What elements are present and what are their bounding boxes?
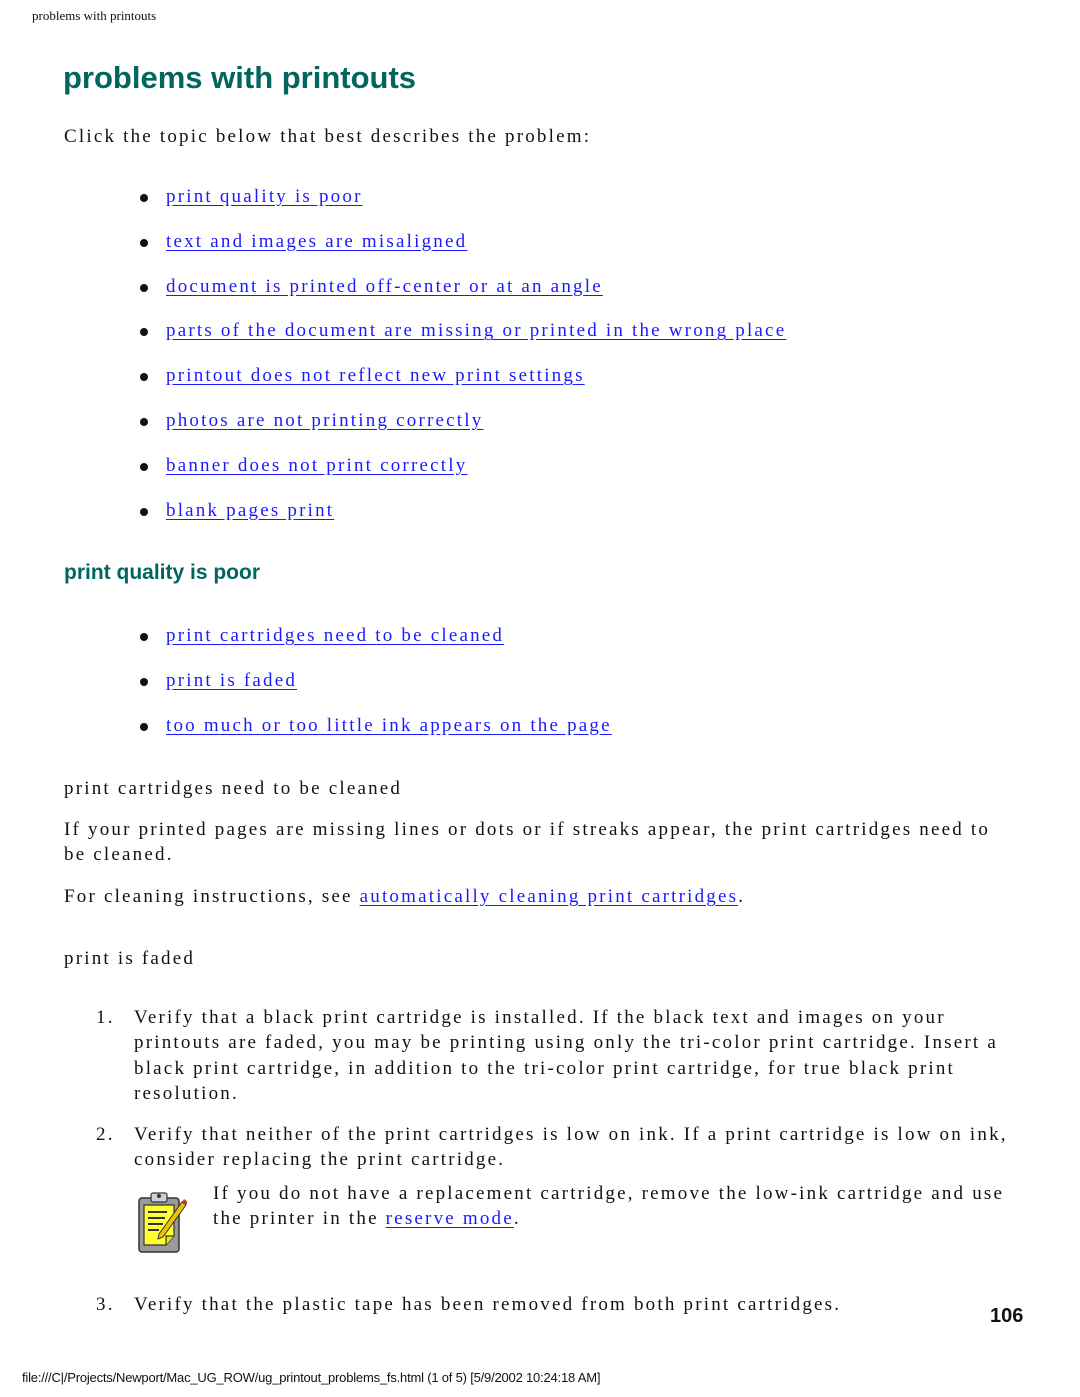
bullet-icon — [140, 677, 148, 686]
page-number: 106 — [990, 1305, 1024, 1327]
cleaned-heading: print cartridges need to be cleaned — [64, 778, 403, 799]
note-text-prefix: If you do not have a replacement cartrid… — [213, 1183, 1005, 1230]
bullet-icon — [140, 283, 148, 292]
topic-link-settings[interactable]: printout does not reflect new print sett… — [166, 365, 585, 387]
section-heading: print quality is poor — [64, 561, 261, 584]
step-item: 3. Verify that the plastic tape has been … — [96, 1292, 1026, 1317]
topic-link-blank-pages[interactable]: blank pages print — [166, 500, 334, 522]
bullet-icon — [140, 462, 148, 471]
faded-steps-list: 1. Verify that a black print cartridge is… — [96, 1005, 1026, 1173]
bullet-icon — [140, 722, 148, 731]
bullet-icon — [140, 238, 148, 247]
subtopic-link-faded[interactable]: print is faded — [166, 670, 297, 692]
topic-link-misaligned[interactable]: text and images are misaligned — [166, 231, 467, 253]
reserve-mode-link[interactable]: reserve mode — [386, 1208, 514, 1229]
step-number: 3. — [96, 1294, 115, 1315]
topic-link-photos[interactable]: photos are not printing correctly — [166, 410, 483, 432]
bullet-icon — [140, 633, 148, 641]
cleaned-body: If your printed pages are missing lines … — [64, 819, 991, 865]
step-number: 1. — [96, 1007, 115, 1028]
note-clipboard-icon — [138, 1192, 187, 1253]
step-item: 2. Verify that neither of the print cartr… — [96, 1122, 1026, 1173]
instructions-suffix: . — [738, 886, 746, 907]
bullet-icon — [140, 328, 148, 337]
step-text: Verify that the plastic tape has been re… — [134, 1294, 842, 1315]
topic-link-banner[interactable]: banner does not print correctly — [166, 455, 467, 477]
footer-file-path: file:///C|/Projects/Newport/Mac_UG_ROW/u… — [22, 1370, 601, 1385]
topic-link-print-quality[interactable]: print quality is poor — [166, 186, 363, 208]
step-text: Verify that a black print cartridge is i… — [134, 1007, 998, 1104]
page-title: problems with printouts — [63, 60, 417, 95]
bullet-icon — [140, 373, 148, 382]
step-item: 1. Verify that a black print cartridge is… — [96, 1005, 1026, 1106]
step-text: Verify that neither of the print cartrid… — [134, 1124, 1008, 1171]
step-number: 2. — [96, 1124, 115, 1146]
faded-steps-list-continued: 3. Verify that the plastic tape has been … — [96, 1292, 1026, 1317]
note-text: If you do not have a replacement cartrid… — [213, 1181, 1033, 1232]
subtopic-link-ink-amount[interactable]: too much or too little ink appears on th… — [166, 715, 612, 737]
bullet-icon — [140, 507, 148, 516]
faded-heading: print is faded — [64, 948, 196, 969]
instructions-prefix: For cleaning instructions, see — [64, 886, 360, 907]
topic-link-missing-parts[interactable]: parts of the document are missing or pri… — [166, 320, 786, 342]
topic-link-off-center[interactable]: document is printed off-center or at an … — [166, 276, 603, 298]
running-head: problems with printouts — [32, 8, 157, 23]
auto-cleaning-link[interactable]: automatically cleaning print cartridges — [360, 886, 739, 907]
bullet-icon — [140, 194, 148, 202]
bullet-icon — [140, 417, 148, 426]
subtopic-link-cleaned[interactable]: print cartridges need to be cleaned — [166, 625, 504, 647]
cleaning-instructions: For cleaning instructions, see automatic… — [64, 884, 745, 909]
note-text-suffix: . — [513, 1208, 521, 1230]
intro-text: Click the topic below that best describe… — [64, 126, 592, 147]
